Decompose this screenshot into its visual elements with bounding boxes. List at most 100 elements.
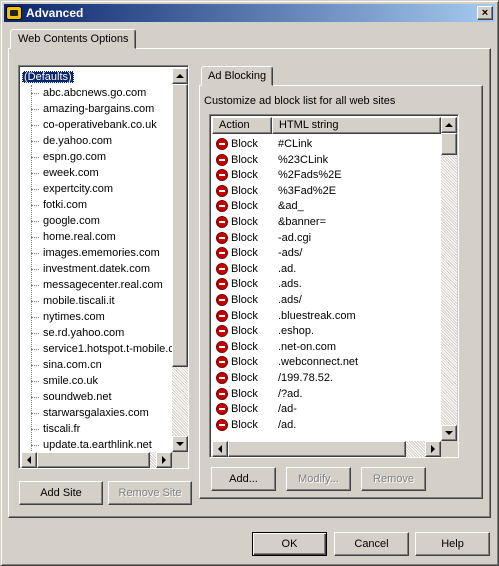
site-item[interactable]: nytimes.com bbox=[43, 309, 105, 325]
site-list-vscrollbar[interactable] bbox=[172, 68, 188, 452]
site-list-hscroll-thumb[interactable] bbox=[37, 452, 150, 468]
row-action: Block bbox=[231, 309, 258, 322]
site-item[interactable]: expertcity.com bbox=[43, 181, 113, 197]
tree-connector bbox=[31, 301, 39, 302]
title-bar[interactable]: Advanced × bbox=[4, 4, 495, 22]
site-item[interactable]: smile.co.uk bbox=[43, 373, 98, 389]
row-action: Block bbox=[231, 418, 258, 431]
site-item[interactable]: de.yahoo.com bbox=[43, 133, 112, 149]
adblock-list[interactable]: Action HTML string Block #CLink Block %23CL… bbox=[209, 114, 459, 458]
scrollbar-corner bbox=[172, 452, 188, 468]
block-icon bbox=[216, 309, 228, 322]
site-list-items: (Defaults) abc.abcnews.go.com amazing-barg… bbox=[21, 68, 172, 452]
scroll-left-button[interactable] bbox=[21, 452, 37, 468]
site-item[interactable]: google.com bbox=[43, 213, 100, 229]
block-icon bbox=[216, 169, 228, 182]
site-item[interactable]: messagecenter.real.com bbox=[43, 277, 163, 293]
site-item[interactable]: update.ta.earthlink.net bbox=[43, 437, 152, 452]
adblock-row[interactable]: Block &ad_ bbox=[212, 198, 441, 214]
site-item[interactable]: amazing-bargains.com bbox=[43, 101, 154, 117]
adblock-row[interactable]: Block .eshop. bbox=[212, 323, 441, 339]
block-icon bbox=[216, 403, 228, 416]
row-action: Block bbox=[231, 138, 258, 150]
adblock-row[interactable]: Block &banner= bbox=[212, 214, 441, 230]
block-icon bbox=[216, 231, 228, 244]
scroll-down-button[interactable] bbox=[172, 436, 188, 452]
adblock-row[interactable]: Block .bluestreak.com bbox=[212, 308, 441, 324]
adblock-row[interactable]: Block %3Fad%2E bbox=[212, 183, 441, 199]
adblock-row[interactable]: Block/ad- bbox=[212, 401, 441, 417]
site-item[interactable]: sina.com.cn bbox=[43, 357, 102, 373]
help-button[interactable]: Help bbox=[415, 532, 490, 556]
adblock-row[interactable]: Block %23CLink bbox=[212, 152, 441, 168]
scroll-up-button[interactable] bbox=[172, 68, 188, 84]
scroll-up-button[interactable] bbox=[441, 117, 457, 133]
row-action: Block bbox=[231, 387, 258, 400]
site-item-label: espn.go.com bbox=[43, 151, 106, 163]
site-item[interactable]: se.rd.yahoo.com bbox=[43, 325, 124, 341]
close-button[interactable]: × bbox=[477, 6, 493, 20]
tab-ad-blocking[interactable]: Ad Blocking bbox=[201, 66, 274, 86]
adblock-row[interactable]: Block .ad. bbox=[212, 261, 441, 277]
block-icon bbox=[216, 356, 228, 369]
adblock-row[interactable]: Block %2Fads%2E bbox=[212, 167, 441, 183]
remove-site-button[interactable]: Remove Site bbox=[108, 481, 192, 505]
adblock-row[interactable]: Block -ads/ bbox=[212, 245, 441, 261]
add-site-button[interactable]: Add Site bbox=[19, 481, 103, 505]
site-list-vscroll-thumb[interactable] bbox=[172, 84, 188, 367]
site-item-label: amazing-bargains.com bbox=[43, 103, 155, 115]
ok-button[interactable]: OK bbox=[252, 532, 327, 556]
site-list[interactable]: (Defaults) abc.abcnews.go.com amazing-barg… bbox=[18, 65, 189, 469]
scroll-left-arrow-icon bbox=[27, 456, 31, 464]
adblock-row[interactable]: Block .webconnect.net bbox=[212, 354, 441, 370]
cancel-button[interactable]: Cancel bbox=[334, 532, 409, 556]
site-list-hscrollbar[interactable] bbox=[21, 452, 172, 468]
site-item[interactable]: eweek.com bbox=[43, 165, 99, 181]
modify-rule-button[interactable]: Modify... bbox=[286, 467, 351, 491]
site-item[interactable]: espn.go.com bbox=[43, 149, 106, 165]
column-header-html-string[interactable]: HTML string bbox=[272, 117, 441, 134]
tab-web-contents-options[interactable]: Web Contents Options bbox=[10, 29, 137, 49]
adblock-row[interactable]: Block .net-on.com bbox=[212, 339, 441, 355]
tab-web-contents-options-label: Web Contents Options bbox=[18, 33, 129, 45]
site-item[interactable]: co-operativebank.co.uk bbox=[43, 117, 157, 133]
adblock-row[interactable]: Block/199.78.52. bbox=[212, 370, 441, 386]
adblock-row[interactable]: Block/ad. bbox=[212, 417, 441, 433]
site-item-label: nytimes.com bbox=[43, 311, 105, 323]
adblock-row[interactable]: Block .ads. bbox=[212, 276, 441, 292]
site-item[interactable]: fotki.com bbox=[43, 197, 87, 213]
site-item-label: tiscali.fr bbox=[43, 423, 81, 435]
site-item[interactable]: abc.abcnews.go.com bbox=[43, 85, 146, 101]
scroll-right-button[interactable] bbox=[425, 441, 441, 457]
site-item-defaults[interactable]: (Defaults) bbox=[22, 69, 74, 85]
site-item[interactable]: tiscali.fr bbox=[43, 421, 80, 437]
row-html-string: &ad_ bbox=[278, 200, 304, 213]
scroll-left-button[interactable] bbox=[212, 441, 228, 457]
site-item[interactable]: soundweb.net bbox=[43, 389, 112, 405]
adblock-hscroll-thumb[interactable] bbox=[228, 441, 406, 457]
site-item[interactable]: mobile.tiscali.it bbox=[43, 293, 115, 309]
adblock-vscrollbar[interactable] bbox=[441, 117, 457, 441]
remove-rule-button[interactable]: Remove bbox=[361, 467, 426, 491]
add-rule-button[interactable]: Add... bbox=[211, 467, 276, 491]
adblock-vscroll-thumb[interactable] bbox=[441, 133, 457, 155]
tree-connector bbox=[31, 253, 39, 254]
adblock-row[interactable]: Block /?ad. bbox=[212, 386, 441, 402]
scroll-down-button[interactable] bbox=[441, 425, 457, 441]
adblock-rows: Block #CLink Block %23CLink Block %2Fads%2E Bl… bbox=[212, 136, 441, 441]
site-item[interactable]: home.real.com bbox=[43, 229, 116, 245]
site-item[interactable]: investment.datek.com bbox=[43, 261, 150, 277]
site-item[interactable]: starwarsgalaxies.com bbox=[43, 405, 149, 421]
adblock-row[interactable]: Block -ad.cgi bbox=[212, 230, 441, 246]
row-html-string: -ads/ bbox=[278, 247, 303, 260]
site-item[interactable]: images.ememories.com bbox=[43, 245, 160, 261]
scroll-right-arrow-icon bbox=[431, 445, 435, 453]
adblock-row[interactable]: Block #CLink bbox=[212, 136, 441, 152]
column-header-action[interactable]: Action bbox=[212, 117, 272, 134]
adblock-hscrollbar[interactable] bbox=[212, 441, 441, 457]
site-item[interactable]: service1.hotspot.t-mobile.co bbox=[43, 341, 172, 357]
block-icon bbox=[216, 262, 228, 275]
scroll-right-button[interactable] bbox=[156, 452, 172, 468]
adblock-row[interactable]: Block .ads/ bbox=[212, 292, 441, 308]
column-header-html-label: HTML string bbox=[279, 119, 339, 131]
